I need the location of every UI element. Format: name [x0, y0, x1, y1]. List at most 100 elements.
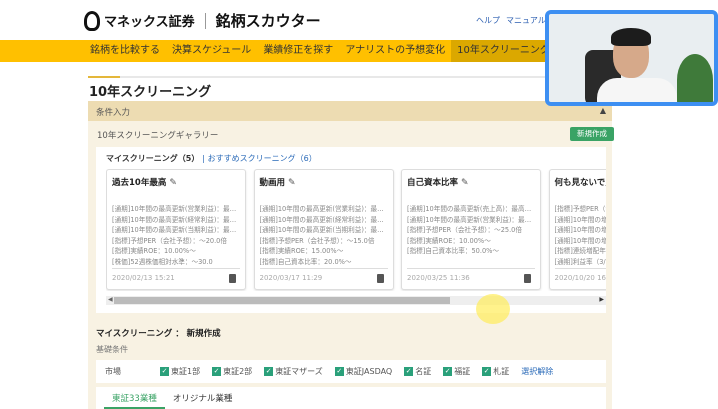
- checkbox-checked-icon[interactable]: ✓: [482, 367, 492, 376]
- tab-recommended[interactable]: おすすめスクリーニング（6）: [208, 154, 317, 163]
- scroll-right-icon[interactable]: ▶: [599, 296, 604, 303]
- screening-card[interactable]: 何も見ないで買 [指標]予想PER（会 [通期]10年間の増 [通期]10年間の増 [通…: [548, 169, 607, 290]
- gallery-title: 10年スクリーニングギャラリー: [97, 131, 219, 141]
- card-date: 2020/03/17 11:29: [259, 274, 323, 282]
- card-condition: [指標]連続増配年: [554, 247, 606, 255]
- card-condition: [通期]10年間の増: [554, 226, 607, 234]
- market-checkbox[interactable]: ✓ 東証2部: [212, 366, 252, 377]
- checkbox-checked-icon[interactable]: ✓: [404, 367, 414, 376]
- market-checkbox[interactable]: ✓ 東証マザーズ: [264, 366, 323, 377]
- card-title: 自己資本比率: [407, 178, 459, 188]
- clear-selection-link[interactable]: 選択解除: [521, 366, 553, 377]
- brand-name: マネックス証券: [104, 15, 195, 30]
- edit-pencil-icon[interactable]: ✎: [461, 178, 469, 188]
- trash-icon[interactable]: [376, 274, 384, 283]
- card-condition: [通期]10年間の最高更新(経常利益)：最…: [112, 215, 237, 224]
- tab-my-screening[interactable]: マイスクリーニング（5）: [106, 154, 199, 163]
- card-condition: [指標]自己資本比率：20.0%～: [259, 257, 352, 266]
- card-condition: [指標]実績ROE：15.00%～: [259, 247, 344, 255]
- card-date: 2020/02/13 15:21: [112, 274, 175, 282]
- section-title: 条件入力: [96, 108, 131, 118]
- person-hair: [611, 28, 651, 46]
- card-condition: [株価]52週株価相対水準：～30.0: [112, 257, 213, 266]
- market-checkbox[interactable]: ✓ 東証JASDAQ: [334, 366, 393, 377]
- card-condition: [指標]予想PER（会社予想）：～15.0倍: [259, 236, 375, 245]
- section-header[interactable]: 条件入力 ▲: [88, 101, 612, 121]
- card-condition: [通期]10年間の最高更新(当期利益)：最…: [259, 226, 384, 234]
- card-carousel: 過去10年最高 ✎ [通期]10年間の最高更新(営業利益)：最… [通期]10年間の…: [106, 169, 606, 291]
- card-title: 過去10年最高: [112, 178, 167, 188]
- market-checkbox[interactable]: ✓ 福証: [443, 366, 470, 377]
- collapse-icon[interactable]: ▲: [600, 106, 606, 115]
- horizontal-scrollbar[interactable]: ◀ ▶: [106, 296, 606, 305]
- market-name: 東証1部: [171, 367, 201, 376]
- card-condition: [通期]利益率（3/5: [554, 257, 607, 266]
- market-checkbox[interactable]: ✓ 名証: [404, 366, 431, 377]
- market-name: 東証JASDAQ: [345, 367, 393, 376]
- market-name: 札証: [493, 367, 510, 376]
- market-row: 市場 ✓ 東証1部 ✓ 東証2部 ✓ 東証マザーズ ✓ 東証JASDAQ ✓ 名証 ✓ 福証 ✓ 札証 選…: [96, 360, 606, 383]
- logo[interactable]: マネックス証券 銘柄スカウター: [84, 10, 321, 31]
- plant: [677, 54, 713, 102]
- scrollbar-thumb[interactable]: [114, 297, 450, 304]
- card-date: 2020/10/20 16:: [554, 274, 607, 282]
- scroll-left-icon[interactable]: ◀: [108, 296, 113, 303]
- nav-analyst[interactable]: アナリストの予想変化: [339, 40, 451, 62]
- card-condition: [指標]自己資本比率：50.0%～: [407, 247, 500, 255]
- card-condition: [指標]予想PER（会社予想）：～25.0倍: [407, 226, 522, 234]
- monex-logo-icon: [84, 10, 100, 31]
- market-name: 名証: [415, 367, 432, 376]
- gallery-tabs: マイスクリーニング（5） | おすすめスクリーニング（6）: [106, 153, 317, 164]
- tab-tse33[interactable]: 東証33業種: [104, 387, 165, 409]
- card-condition: [指標]実績ROE：10.00%～: [407, 236, 491, 245]
- card-condition: [通期]10年間の最高更新(経常利益)：最…: [259, 215, 384, 224]
- market-name: 東証2部: [223, 367, 253, 376]
- screening-card[interactable]: 動画用 ✎ [通期]10年間の最高更新(営業利益)：最… [通期]10年間の最高更新…: [253, 169, 394, 290]
- nav-revisions[interactable]: 業績修正を探す: [257, 40, 339, 62]
- card-condition: [指標]予想PER（会社予想）：～20.0倍: [112, 236, 227, 245]
- card-condition: [通期]10年間の最高更新(売上高)：最高…: [407, 205, 532, 213]
- screening-card[interactable]: 過去10年最高 ✎ [通期]10年間の最高更新(営業利益)：最… [通期]10年間の…: [106, 169, 246, 290]
- tab-separator: |: [202, 154, 205, 163]
- screening-card[interactable]: 自己資本比率 ✎ [通期]10年間の最高更新(売上高)：最高… [通期]10年間の最…: [401, 169, 541, 290]
- basic-conditions-label: 基礎条件: [96, 345, 128, 354]
- new-screening-title: マイスクリーニング ： 新規作成: [96, 329, 221, 339]
- checkbox-checked-icon[interactable]: ✓: [212, 367, 222, 376]
- title-rule: [88, 76, 612, 78]
- edit-pencil-icon[interactable]: ✎: [169, 178, 177, 188]
- nav-earnings-schedule[interactable]: 決算スケジュール: [166, 40, 257, 62]
- market-label: 市場: [105, 367, 121, 376]
- checkbox-checked-icon[interactable]: ✓: [160, 367, 169, 376]
- nav-10y-screening[interactable]: 10年スクリーニング: [451, 40, 556, 62]
- tab-original-industry[interactable]: オリジナル業種: [165, 387, 241, 409]
- card-condition: [通期]10年間の最高更新(営業利益)：最…: [407, 215, 532, 224]
- market-name: 福証: [454, 367, 471, 376]
- market-checkbox[interactable]: ✓ 東証1部: [160, 366, 200, 377]
- card-condition: [通期]10年間の最高更新(営業利益)：最…: [259, 205, 384, 213]
- trash-icon[interactable]: [229, 274, 236, 283]
- card-condition: [指標]予想PER（会: [554, 205, 607, 213]
- checkbox-checked-icon[interactable]: ✓: [443, 367, 453, 376]
- card-title: 何も見ないで買: [554, 178, 607, 188]
- card-title: 動画用: [259, 178, 286, 188]
- market-name: 東証マザーズ: [275, 367, 323, 376]
- webcam-overlay: [545, 10, 718, 106]
- app-name: 銘柄スカウター: [215, 12, 321, 30]
- nav-compare[interactable]: 銘柄を比較する: [84, 40, 166, 62]
- checkbox-checked-icon[interactable]: ✓: [334, 367, 344, 376]
- card-condition: [通期]10年間の最高更新(当期利益)：最…: [112, 226, 237, 234]
- card-condition: [通期]10年間の増: [554, 236, 607, 245]
- card-condition: [指標]実績ROE：10.00%～: [112, 247, 196, 255]
- cursor-highlight: [476, 294, 510, 324]
- page-title: 10年スクリーニング: [89, 85, 212, 100]
- edit-pencil-icon[interactable]: ✎: [288, 178, 296, 188]
- card-condition: [通期]10年間の増: [554, 215, 607, 224]
- help-link[interactable]: ヘルプ: [476, 15, 500, 26]
- checkbox-checked-icon[interactable]: ✓: [264, 367, 274, 376]
- market-checkbox[interactable]: ✓ 札証: [482, 366, 509, 377]
- new-screening-button[interactable]: 新規作成: [570, 127, 614, 141]
- person-body: [597, 78, 677, 102]
- industry-tabs: 東証33業種 オリジナル業種: [96, 387, 606, 409]
- divider: [204, 12, 206, 29]
- trash-icon[interactable]: [524, 274, 531, 283]
